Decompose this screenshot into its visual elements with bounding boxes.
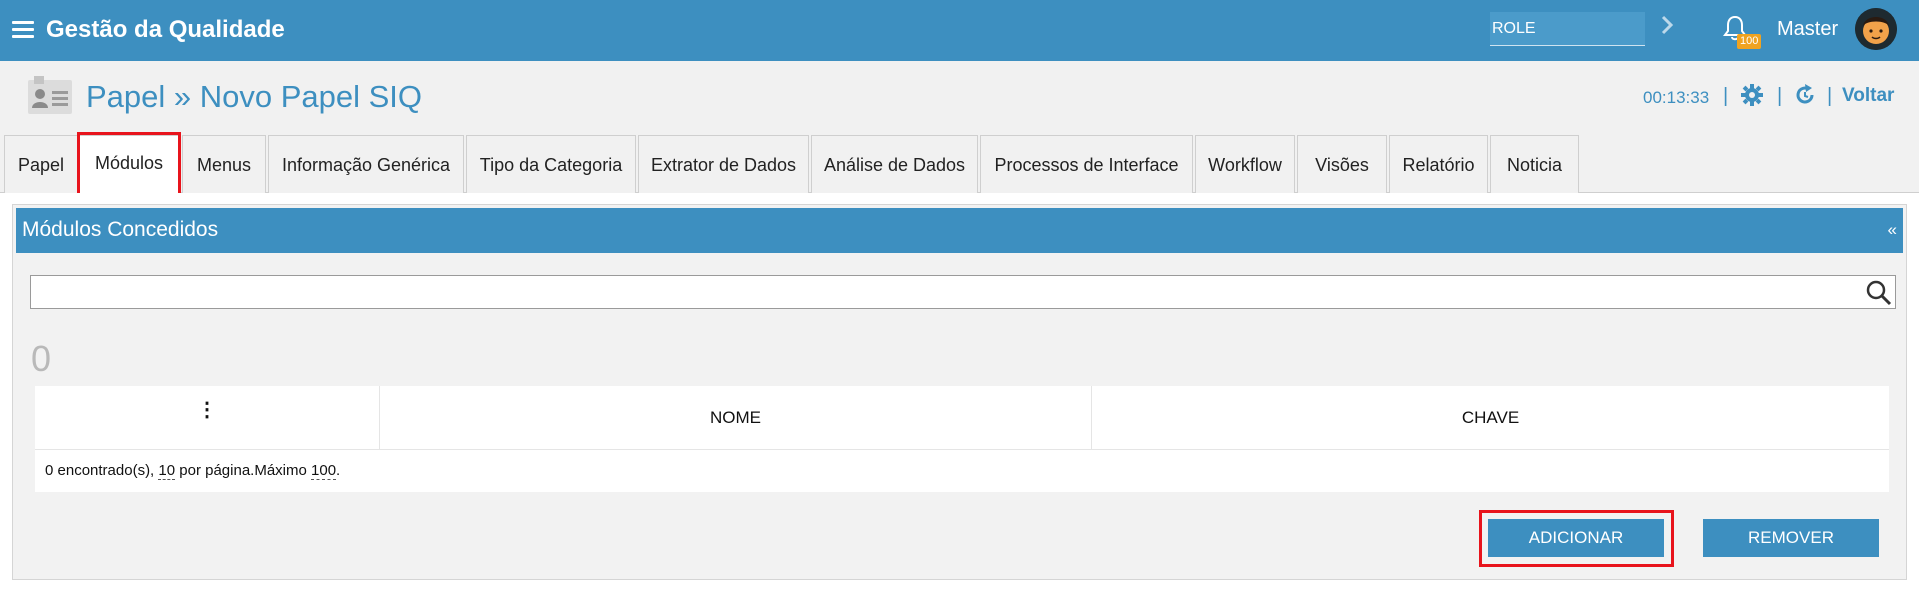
gear-icon[interactable] [1740, 83, 1764, 107]
divider: | [1827, 85, 1833, 107]
per-page-select[interactable]: 10 [158, 462, 176, 480]
table-footer: 0 encontrado(s), 10 por página.Máximo 10… [35, 450, 1889, 492]
record-count: 0 [31, 338, 52, 379]
role-input[interactable] [1490, 12, 1645, 46]
tab-tipo-da-categoria[interactable]: Tipo da Categoria [466, 135, 636, 193]
session-timer: 00:13:33 [1643, 88, 1710, 107]
tab-relatorio[interactable]: Relatório [1389, 135, 1488, 193]
found-count: 0 encontrado(s), [45, 462, 155, 479]
user-name[interactable]: Master [1777, 18, 1838, 41]
modules-panel: Módulos Concedidos « 0 ⋮ NOME CHAVE 0 en… [12, 204, 1907, 580]
footer-end: . [336, 462, 341, 479]
page-title: Papel » Novo Papel SIQ [86, 79, 423, 114]
add-button[interactable]: ADICIONAR [1488, 519, 1664, 557]
tab-noticia[interactable]: Noticia [1490, 135, 1579, 193]
tab-visoes[interactable]: Visões [1297, 135, 1387, 193]
hamburger-menu-icon[interactable] [12, 21, 34, 39]
column-header-nome[interactable]: NOME [380, 386, 1092, 450]
tab-bar: Papel Módulos Menus Informação Genérica … [0, 132, 1919, 199]
tab-informacao-generica[interactable]: Informação Genérica [268, 135, 464, 193]
tab-menus[interactable]: Menus [182, 135, 266, 193]
app-title: Gestão da Qualidade [46, 16, 285, 43]
max-select[interactable]: 100 [311, 462, 337, 480]
modules-table: ⋮ NOME CHAVE 0 encontrado(s), 10 por pág… [35, 386, 1889, 492]
top-bar: Gestão da Qualidade 100 Master [0, 0, 1919, 61]
per-page-text: por página.Máximo [179, 462, 307, 479]
table-header: ⋮ NOME CHAVE [35, 386, 1889, 450]
refresh-icon[interactable] [1793, 83, 1817, 107]
panel-title: Módulos Concedidos [22, 218, 219, 241]
back-link[interactable]: Voltar [1842, 85, 1894, 107]
id-card-icon [26, 76, 74, 116]
tab-workflow[interactable]: Workflow [1195, 135, 1295, 193]
remove-button[interactable]: REMOVER [1703, 519, 1879, 557]
content-area: Módulos Concedidos « 0 ⋮ NOME CHAVE 0 en… [0, 193, 1919, 597]
page-header: Papel » Novo Papel SIQ 00:13:33 | | | Vo… [0, 61, 1919, 135]
tab-processos-de-interface[interactable]: Processos de Interface [980, 135, 1193, 193]
column-actions-icon[interactable]: ⋮ [35, 386, 380, 450]
divider: | [1777, 85, 1783, 107]
divider: | [1723, 85, 1729, 107]
avatar[interactable] [1855, 8, 1897, 50]
search-input[interactable] [30, 275, 1896, 309]
column-header-chave[interactable]: CHAVE [1092, 386, 1889, 450]
search-icon[interactable] [1865, 279, 1893, 307]
tab-modulos[interactable]: Módulos [78, 135, 180, 194]
tab-papel[interactable]: Papel [4, 135, 78, 193]
chevron-right-icon[interactable] [1660, 14, 1674, 42]
panel-header: Módulos Concedidos « [16, 208, 1903, 253]
collapse-icon[interactable]: « [1888, 220, 1897, 240]
tab-extrator-de-dados[interactable]: Extrator de Dados [638, 135, 809, 193]
tab-analise-de-dados[interactable]: Análise de Dados [811, 135, 978, 193]
notification-badge: 100 [1737, 34, 1762, 49]
